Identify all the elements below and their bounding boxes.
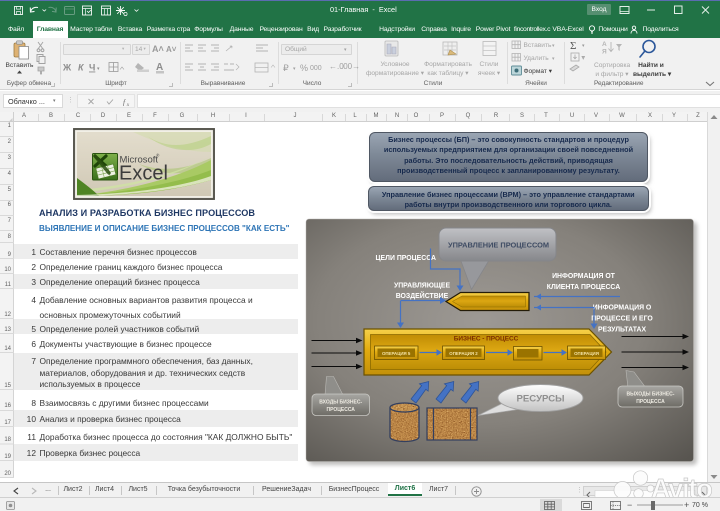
svg-text:ОПЕРАЦИЯ: ОПЕРАЦИЯ	[574, 351, 599, 356]
svg-text:ВЫХОДЫ БИЗНЕС-: ВЫХОДЫ БИЗНЕС-	[627, 392, 675, 398]
svg-text:ИНФОРМАЦИЯ О: ИНФОРМАЦИЯ О	[593, 305, 652, 312]
svg-text:ОПЕРАЦИЯ 2: ОПЕРАЦИЯ 2	[449, 351, 478, 356]
svg-text:Excel: Excel	[119, 163, 168, 185]
svg-text:РЕСУРСЫ: РЕСУРСЫ	[516, 394, 564, 405]
svg-text:ОПЕРАЦИЯ 5: ОПЕРАЦИЯ 5	[382, 351, 411, 356]
svg-text:ПРОЦЕССА: ПРОЦЕССА	[636, 399, 665, 405]
svg-text:УПРАВЛЕНИЕ ПРОЦЕССОМ: УПРАВЛЕНИЕ ПРОЦЕССОМ	[448, 241, 549, 250]
svg-text:БИЗНЕС - ПРОЦЕСС: БИЗНЕС - ПРОЦЕСС	[454, 336, 519, 343]
svg-text:УПРАВЛЯЮЩЕЕ: УПРАВЛЯЮЩЕЕ	[394, 283, 451, 290]
svg-text:ЦЕЛИ ПРОЦЕССА: ЦЕЛИ ПРОЦЕССА	[376, 255, 437, 262]
svg-text:КЛИЕНТА ПРОЦЕССА: КЛИЕНТА ПРОЦЕССА	[547, 284, 620, 291]
svg-text:ПРОЦЕССЕ И ЕГО: ПРОЦЕССЕ И ЕГО	[591, 316, 653, 323]
svg-text:ВХОДЫ БИЗНЕС-: ВХОДЫ БИЗНЕС-	[319, 400, 362, 406]
svg-text:РЕЗУЛЬТАТАХ: РЕЗУЛЬТАТАХ	[598, 327, 647, 334]
svg-text:ИНФОРМАЦИЯ ОТ: ИНФОРМАЦИЯ ОТ	[552, 273, 616, 280]
svg-text:ПРОЦЕССА: ПРОЦЕССА	[326, 407, 355, 413]
